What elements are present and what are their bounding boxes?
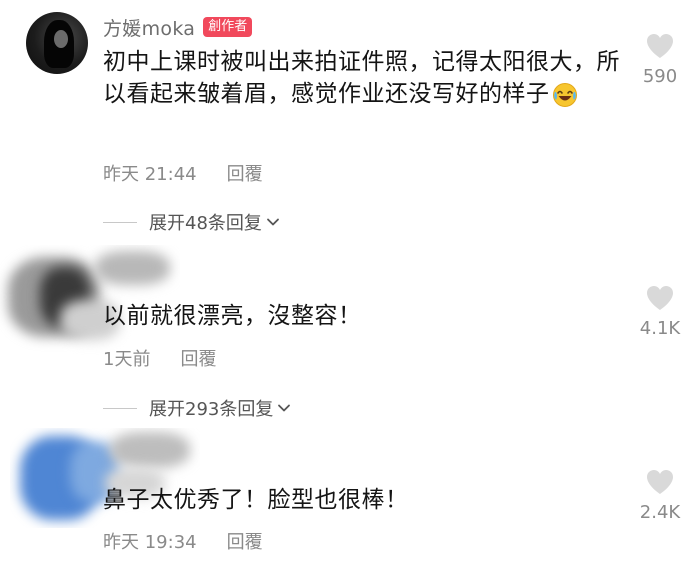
divider-line xyxy=(103,221,137,223)
reply-button[interactable]: 回覆 xyxy=(227,528,263,554)
author-name[interactable]: 方媛moka xyxy=(103,14,195,41)
laughing-tears-emoji-icon xyxy=(552,82,577,107)
comment-text: 以前就很漂亮，沒整容！ xyxy=(103,303,362,329)
comment-time: 昨天 19:34 xyxy=(103,532,197,553)
heart-icon xyxy=(647,34,673,58)
chevron-down-icon xyxy=(267,218,279,226)
reply-button[interactable]: 回覆 xyxy=(180,345,216,371)
comment-meta: 1天前 回覆 xyxy=(103,345,216,371)
comment-text: 初中上课时被叫出来拍证件照，记得太阳很大，所以看起来皱着眉，感觉作业还没写好的样… xyxy=(103,46,623,110)
comment-meta: 昨天 21:44 回覆 xyxy=(103,160,263,186)
creator-badge: 創作者 xyxy=(203,17,253,37)
comment-meta: 昨天 19:34 回覆 xyxy=(103,528,263,554)
heart-icon xyxy=(647,470,673,494)
like-button[interactable]: 2.4K xyxy=(625,468,695,523)
avatar-face xyxy=(54,30,68,48)
like-button[interactable]: 590 xyxy=(625,32,695,87)
reply-button[interactable]: 回覆 xyxy=(227,160,263,186)
comment-section: 方媛moka 創作者 初中上课时被叫出来拍证件照，记得太阳很大，所以看起来皱着眉… xyxy=(0,0,700,568)
expand-replies-label: 展开293条回复 xyxy=(149,399,274,420)
avatar[interactable] xyxy=(26,12,88,74)
comment-time: 昨天 21:44 xyxy=(103,164,197,185)
like-count: 4.1K xyxy=(639,318,681,339)
expand-replies-label: 展开48条回复 xyxy=(149,213,262,234)
comment-text-body: 初中上课时被叫出来拍证件照，记得太阳很大，所以看起来皱着眉，感觉作业还没写好的样… xyxy=(103,49,620,107)
like-count: 2.4K xyxy=(639,502,681,523)
divider-line xyxy=(103,407,137,409)
expand-replies-button[interactable]: 展开293条回复 xyxy=(103,395,291,421)
like-button[interactable]: 4.1K xyxy=(625,284,695,339)
author-row: 方媛moka 創作者 xyxy=(103,14,253,41)
expand-replies-button[interactable]: 展开48条回复 xyxy=(103,209,280,235)
like-count: 590 xyxy=(642,66,678,87)
comment-time: 1天前 xyxy=(103,349,151,370)
heart-icon xyxy=(647,286,673,310)
comment-text: 鼻子太优秀了！脸型也很棒！ xyxy=(103,487,409,513)
chevron-down-icon xyxy=(278,404,291,412)
